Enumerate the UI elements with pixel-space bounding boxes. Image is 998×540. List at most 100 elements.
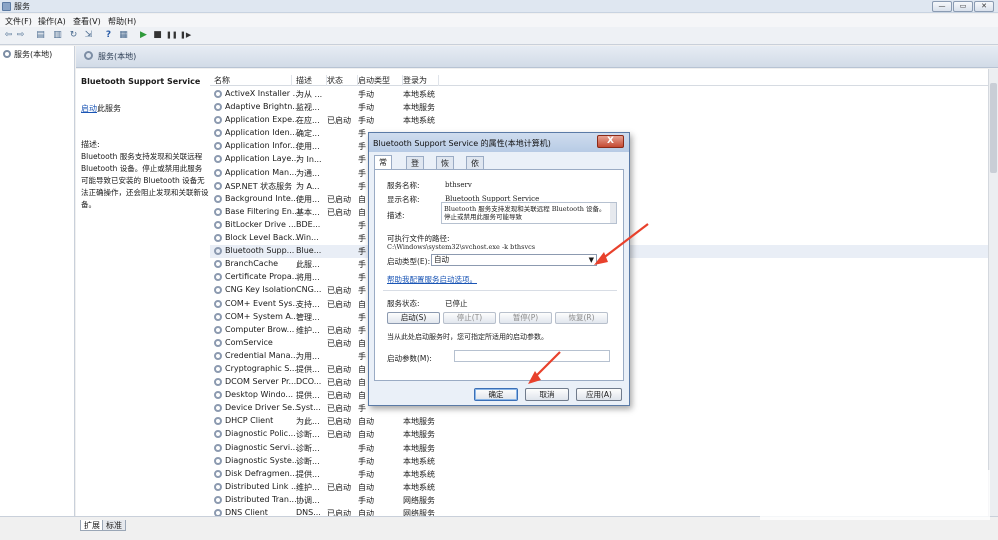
service-description-cell: 诊断... bbox=[296, 430, 320, 440]
service-row[interactable]: Adaptive Brightn... 监视... 手动 本地服务 bbox=[210, 101, 988, 114]
properties-icon[interactable]: ▥ bbox=[52, 30, 63, 41]
service-description-cell: 在应... bbox=[296, 116, 320, 126]
service-gear-icon bbox=[214, 90, 222, 98]
menu-action[interactable]: 操作(A) bbox=[38, 16, 66, 27]
service-description-cell: DNS... bbox=[296, 508, 321, 516]
service-logon-cell: 本地系统 bbox=[403, 482, 435, 492]
tree-node-services-local[interactable]: 服务(本地) bbox=[3, 49, 52, 60]
help-configure-link[interactable]: 帮助我配置服务启动选项。 bbox=[387, 274, 477, 285]
menu-file[interactable]: 文件(F) bbox=[5, 16, 32, 27]
list-scrollbar[interactable] bbox=[988, 69, 998, 516]
service-description-cell: 使用... bbox=[296, 142, 320, 152]
gear-icon bbox=[84, 51, 93, 60]
start-params-input[interactable] bbox=[454, 350, 610, 362]
service-row[interactable]: Diagnostic Servi... 诊断... 手动 本地服务 bbox=[210, 442, 988, 455]
menu-view[interactable]: 查看(V) bbox=[73, 16, 101, 27]
service-description-cell: 诊断... bbox=[296, 456, 320, 466]
console-tree-icon[interactable]: ▤ bbox=[35, 30, 46, 41]
startup-type-value: 自动 bbox=[434, 255, 449, 264]
view-icon[interactable]: ▦ bbox=[118, 30, 129, 41]
description-text: Bluetooth 服务支持发现和关联远程 Bluetooth 设备。停止或禁用… bbox=[81, 152, 209, 209]
refresh-icon[interactable]: ↻ bbox=[68, 30, 79, 41]
start-service-link[interactable]: 启动 bbox=[81, 104, 97, 113]
tab-dependencies[interactable]: 依存关系 bbox=[466, 156, 484, 201]
service-name-cell: Application Man... bbox=[225, 167, 297, 177]
start-button[interactable]: 启动(S) bbox=[387, 312, 440, 324]
service-logon-cell: 本地系统 bbox=[403, 116, 435, 126]
service-row[interactable]: Application Expe... 在应... 已启动 手动 本地系统 bbox=[210, 114, 988, 127]
service-name-cell: Desktop Windo... bbox=[225, 390, 294, 400]
service-gear-icon bbox=[214, 194, 222, 203]
main-header: 服务(本地) bbox=[76, 46, 998, 68]
menu-help[interactable]: 帮助(H) bbox=[108, 16, 136, 27]
help-icon[interactable]: ? bbox=[103, 30, 114, 41]
start-service-line: 启动此服务 bbox=[81, 103, 121, 114]
service-gear-icon bbox=[214, 155, 222, 164]
scrollbar-thumb[interactable] bbox=[990, 83, 997, 173]
apply-button[interactable]: 应用(A) bbox=[576, 388, 622, 401]
service-gear-icon bbox=[214, 430, 222, 439]
service-status-cell: 已启动 bbox=[327, 338, 351, 348]
service-gear-icon bbox=[214, 181, 222, 190]
tab-extended[interactable]: 扩展 bbox=[80, 520, 104, 531]
service-startup-cell: 手动 bbox=[358, 90, 374, 99]
dialog-description-box[interactable]: Bluetooth 服务支持发现和关联远程 Bluetooth 设备。停止或禁用… bbox=[441, 202, 617, 224]
forward-icon[interactable]: ⇨ bbox=[15, 30, 26, 41]
service-gear-icon bbox=[214, 129, 222, 138]
column-header-startup-type[interactable]: 启动类型 bbox=[358, 75, 403, 86]
service-name-cell: Bluetooth Supp... bbox=[225, 246, 295, 256]
tab-standard[interactable]: 标准 bbox=[102, 520, 126, 531]
stop-button[interactable]: 停止(T) bbox=[443, 312, 496, 324]
service-logon-cell: 网络服务 bbox=[403, 495, 435, 505]
description-scrollbar[interactable] bbox=[610, 203, 616, 223]
description-label: 描述: bbox=[81, 140, 100, 149]
resume-button[interactable]: 恢复(R) bbox=[555, 312, 608, 324]
tab-recovery[interactable]: 恢复 bbox=[436, 156, 454, 179]
dropdown-arrow-icon: ▼ bbox=[588, 256, 594, 264]
restart-service-icon[interactable]: ❚▶ bbox=[180, 30, 191, 41]
service-startup-cell: 手动 bbox=[358, 116, 374, 126]
close-window-button[interactable]: ✕ bbox=[974, 1, 994, 12]
service-name-cell: Background Inte... bbox=[225, 193, 299, 203]
service-row[interactable]: Diagnostic Polic... 诊断... 已启动 自动 本地服务 bbox=[210, 428, 988, 441]
service-name-cell: ComService bbox=[225, 337, 273, 347]
column-header-name[interactable]: 名称 bbox=[214, 75, 292, 86]
service-description-cell: 为通... bbox=[296, 168, 320, 178]
list-header: 名称 描述 状态 启动类型 登录为 bbox=[210, 73, 988, 86]
stop-service-icon[interactable]: ■ bbox=[152, 30, 163, 41]
service-row[interactable]: Diagnostic Syste... 诊断... 手动 本地系统 bbox=[210, 455, 988, 468]
column-header-description[interactable]: 描述 bbox=[296, 75, 327, 86]
service-name-cell: DCOM Server Pr... bbox=[225, 377, 297, 387]
service-description-cell: 管理... bbox=[296, 312, 320, 322]
service-description-cell: 支持... bbox=[296, 299, 320, 309]
column-header-status[interactable]: 状态 bbox=[327, 75, 358, 86]
service-gear-icon bbox=[214, 404, 222, 413]
start-service-icon[interactable]: ▶ bbox=[138, 30, 149, 41]
maximize-button[interactable]: ▭ bbox=[953, 1, 973, 12]
selected-service-title: Bluetooth Support Service bbox=[81, 77, 201, 86]
service-startup-cell: 自动 bbox=[358, 417, 374, 427]
service-startup-cell: 手动 bbox=[358, 495, 374, 505]
pause-service-icon[interactable]: ❚❚ bbox=[166, 30, 178, 41]
column-header-logon-as[interactable]: 登录为 bbox=[403, 75, 439, 86]
startup-type-select[interactable]: 自动 ▼ bbox=[431, 254, 597, 266]
service-status-cell: 已启动 bbox=[327, 482, 351, 492]
export-icon[interactable]: ⇲ bbox=[83, 30, 94, 41]
main-header-title: 服务(本地) bbox=[98, 52, 137, 61]
tab-logon[interactable]: 登录 bbox=[406, 156, 424, 179]
ok-button[interactable]: 确定 bbox=[474, 388, 518, 401]
service-row[interactable]: ActiveX Installer ... 为从 ... 手动 本地系统 bbox=[210, 88, 988, 101]
pause-button[interactable]: 暂停(P) bbox=[499, 312, 552, 324]
cancel-button[interactable]: 取消 bbox=[525, 388, 569, 401]
service-gear-icon bbox=[214, 456, 222, 465]
service-gear-icon bbox=[214, 338, 222, 347]
service-row[interactable]: DHCP Client 为此... 已启动 自动 本地服务 bbox=[210, 415, 988, 428]
dialog-close-button[interactable]: X bbox=[597, 135, 624, 148]
minimize-button[interactable]: — bbox=[932, 1, 952, 12]
tab-general[interactable]: 常规 bbox=[374, 155, 392, 178]
service-logon-cell: 本地服务 bbox=[403, 430, 435, 440]
back-icon[interactable]: ⇦ bbox=[3, 30, 14, 41]
service-properties-dialog: Bluetooth Support Service 的属性(本地计算机) X 常… bbox=[368, 132, 630, 406]
service-status-cell: 已启动 bbox=[327, 364, 351, 374]
service-name-cell: ASP.NET 状态服务 bbox=[225, 181, 293, 191]
